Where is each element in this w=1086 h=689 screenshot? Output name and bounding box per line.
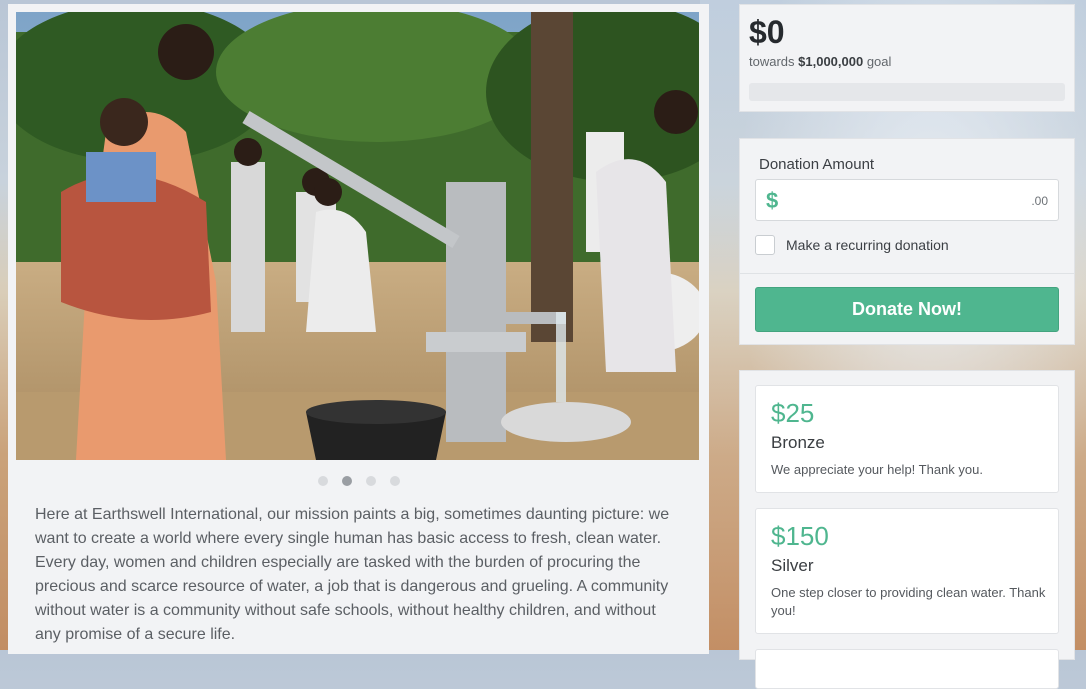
tier-name: Bronze	[771, 433, 825, 452]
campaign-story-panel: Here at Earthswell International, our mi…	[8, 4, 709, 654]
amount-raised: $0	[749, 14, 785, 50]
donation-amount-input[interactable]: $ .00	[755, 179, 1059, 221]
carousel-dot-active[interactable]	[341, 476, 352, 486]
tier-description: We appreciate your help! Thank you.	[771, 462, 983, 477]
tier-amount: $25	[771, 398, 815, 428]
dollar-icon: $	[766, 188, 779, 213]
goal-card: $0 towards $1,000,000 goal	[739, 4, 1075, 112]
carousel-photo	[16, 12, 699, 460]
donation-form: Donation Amount $ .00 Make a recurring d…	[739, 138, 1075, 345]
goal-amount: $1,000,000	[798, 54, 864, 69]
recurring-label[interactable]: Make a recurring donation	[786, 237, 949, 253]
mission-text: Here at Earthswell International, our mi…	[35, 506, 670, 643]
divider	[740, 273, 1074, 274]
cents-suffix: .00	[1031, 194, 1048, 208]
donation-amount-label: Donation Amount	[759, 156, 875, 173]
carousel-indicators	[8, 476, 709, 486]
goal-progress-bar	[749, 83, 1065, 101]
carousel-dot[interactable]	[317, 476, 328, 486]
goal-text: towards $1,000,000 goal	[749, 54, 892, 69]
carousel-dot[interactable]	[389, 476, 400, 486]
carousel-dot[interactable]	[365, 476, 376, 486]
donate-now-button[interactable]: Donate Now!	[755, 287, 1059, 332]
reward-tiers: $25 Bronze We appreciate your help! Than…	[739, 370, 1075, 689]
tier-silver[interactable]: $150 Silver One step closer to providing…	[755, 508, 1059, 634]
tier-next[interactable]	[755, 649, 1059, 689]
tier-name: Silver	[771, 556, 814, 575]
tier-bronze[interactable]: $25 Bronze We appreciate your help! Than…	[755, 385, 1059, 493]
tier-description: One step closer to providing clean water…	[771, 585, 1046, 618]
tier-amount: $150	[771, 521, 829, 551]
recurring-checkbox[interactable]	[755, 235, 775, 255]
